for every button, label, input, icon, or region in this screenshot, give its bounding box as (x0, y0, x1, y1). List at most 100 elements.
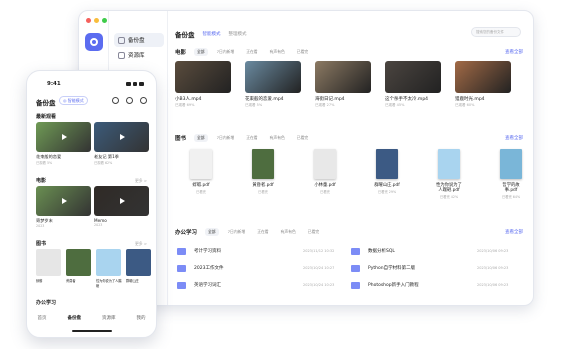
nav-item-0[interactable]: 首页 (38, 315, 47, 321)
nav-item-1[interactable]: 备份盘 (68, 315, 82, 321)
book-cover[interactable] (500, 149, 522, 179)
book-progress: 已看完 64% (501, 195, 521, 199)
video-card[interactable]: 小B3人.mp4 已观看 69% (175, 61, 231, 108)
book-card[interactable]: 黄昏者 (66, 249, 93, 288)
office-file-row[interactable]: 英语学习词汇 (177, 279, 221, 291)
books-view-all-link[interactable]: 查看全部 (505, 135, 523, 141)
video-thumbnail[interactable] (175, 61, 231, 93)
office-filter-chip[interactable]: 7日内新增 (225, 228, 249, 236)
file-name: 考计学习资料 (194, 249, 221, 254)
video-card[interactable]: 花束般的恋爱.mp4 已观看 5% (245, 61, 301, 108)
recent-card[interactable]: 老友记 第1季 已观看 62% (94, 122, 149, 165)
book-cover[interactable] (126, 249, 151, 276)
video-name: 花束般的恋爱.mp4 (245, 97, 284, 102)
play-icon[interactable] (61, 198, 67, 204)
movies-title: 电影 (175, 50, 187, 56)
office-file-row[interactable]: 数据分析SQL (351, 245, 395, 257)
file-name: Photoshop新手入门教程 (368, 283, 419, 288)
video-thumbnail[interactable] (245, 61, 301, 93)
office-section: 办公学习 全部 7日内新增 正在看 有声有色 已看完 查看全部 考计学习资料 2023/11/… (175, 227, 523, 303)
more-icon[interactable] (140, 97, 147, 104)
play-icon[interactable] (119, 198, 125, 204)
movie-thumbnail[interactable] (36, 186, 91, 216)
book-cover[interactable] (36, 249, 61, 276)
book-cover[interactable] (376, 149, 398, 179)
book-cover[interactable] (314, 149, 336, 179)
video-thumbnail[interactable] (455, 61, 511, 93)
search-icon[interactable] (112, 97, 119, 104)
nav-item-2[interactable]: 资源库 (102, 315, 116, 321)
office-filter-chip[interactable]: 全部 (205, 228, 219, 236)
movies-filter-chip[interactable]: 全部 (194, 48, 208, 56)
tab-organize-mode[interactable]: 整理模式 (229, 31, 247, 37)
video-name: 小B3人.mp4 (175, 97, 202, 102)
book-card[interactable]: 性为你说为了人踹砸.pdf 已看完 42% (435, 149, 463, 199)
file-date: 2023/10/24 10:27 (303, 266, 335, 270)
movies-filter-chip[interactable]: 已看完 (294, 48, 311, 56)
office-file-row[interactable]: 2023工作文件 (177, 262, 223, 274)
recent-thumbnail[interactable] (94, 122, 149, 152)
office-file-row[interactable]: Photoshop新手入门教程 (351, 279, 419, 291)
office-filter-chip[interactable]: 正在看 (254, 228, 271, 236)
file-date: 2023/11/12 10:32 (303, 249, 335, 253)
movies-filter-chip[interactable]: 有声有色 (267, 48, 288, 56)
office-view-all-link[interactable]: 查看全部 (505, 229, 523, 235)
books-filter-chip[interactable]: 全部 (194, 134, 208, 142)
office-file-row[interactable]: Python自学材料第二版 (351, 262, 415, 274)
smart-mode-badge[interactable]: ◎ 智能模式 (59, 96, 88, 105)
book-card[interactable]: 蜉蝣 (36, 249, 63, 288)
app-logo-icon[interactable] (85, 33, 103, 51)
book-cover[interactable] (438, 149, 460, 179)
books-title: 图书 (175, 136, 187, 142)
sidebar-item-1[interactable]: 资源库 (114, 48, 164, 62)
book-card[interactable]: 哲学的故事.pdf 已看完 64% (497, 149, 525, 199)
office-filter-chip[interactable]: 有声有色 (278, 228, 299, 236)
book-card[interactable]: 群曜山庄.pdf 已看完 29% (373, 149, 401, 199)
movies-filter-chip[interactable]: 正在看 (243, 48, 260, 56)
phone-title: 备份盘 (36, 99, 56, 107)
books-filter-chip[interactable]: 7日内新增 (214, 134, 238, 142)
video-thumbnail[interactable] (315, 61, 371, 93)
video-thumbnail[interactable] (385, 61, 441, 93)
tab-smart-mode[interactable]: 智能模式 (203, 31, 221, 37)
book-card[interactable]: 性为你说为了人踹砸 (96, 249, 123, 288)
books-filter-chip[interactable]: 正在看 (243, 134, 260, 142)
book-cover[interactable] (66, 249, 91, 276)
sidebar-item-label: 资源库 (128, 53, 145, 59)
book-card[interactable]: 黄昏者.pdf 已看完 (249, 149, 277, 199)
book-cover[interactable] (190, 149, 212, 179)
recent-thumbnail[interactable] (36, 122, 91, 152)
play-icon[interactable] (119, 134, 125, 140)
office-file-row[interactable]: 考计学习资料 (177, 245, 221, 257)
video-progress: 已观看 60% (455, 103, 475, 107)
book-cover[interactable] (96, 249, 121, 276)
movie-thumbnail[interactable] (94, 186, 149, 216)
video-name: 这个杀手不太冷.mp4 (385, 97, 429, 102)
nav-item-3[interactable]: 我的 (137, 315, 146, 321)
books-filter-chip[interactable]: 有声有色 (267, 134, 288, 142)
book-card[interactable]: 群曜山庄 (126, 249, 153, 288)
movies-more-link[interactable]: 更多 > (135, 178, 147, 184)
books-filter-chip[interactable]: 已看完 (294, 134, 311, 142)
video-card[interactable]: 这个杀手不太冷.mp4 已观看 45% (385, 61, 441, 108)
search-input[interactable]: 搜索您的备份文件 (471, 27, 521, 37)
movie-card[interactable]: Memo 2023 (94, 186, 149, 228)
movies-filter-chip[interactable]: 7日内新增 (214, 48, 238, 56)
file-date: 2023/10/06 09:23 (477, 249, 509, 253)
office-filter-chip[interactable]: 已看完 (305, 228, 322, 236)
video-card[interactable]: 海街日记.mp4 已观看 27% (315, 61, 371, 108)
status-icons (126, 82, 145, 86)
books-more-link[interactable]: 更多 > (135, 241, 147, 247)
book-card[interactable]: 蜉蝣.pdf 已看完 (187, 149, 215, 199)
sync-icon[interactable] (126, 97, 133, 104)
book-card[interactable]: 小林童.pdf 已看完 (311, 149, 339, 199)
video-card[interactable]: 猎鹿时光.mp4 已观看 60% (455, 61, 511, 108)
sidebar-item-0[interactable]: 备份盘 (114, 33, 164, 47)
book-progress: 已看完 (258, 190, 268, 194)
movies-view-all-link[interactable]: 查看全部 (505, 49, 523, 55)
movie-card[interactable]: 寄梦岁末 2023 (36, 186, 91, 228)
book-cover[interactable] (252, 149, 274, 179)
play-icon[interactable] (61, 134, 67, 140)
recent-meta: 已观看 5% (36, 161, 53, 165)
recent-card[interactable]: 花束般的恋爱 已观看 5% (36, 122, 91, 165)
